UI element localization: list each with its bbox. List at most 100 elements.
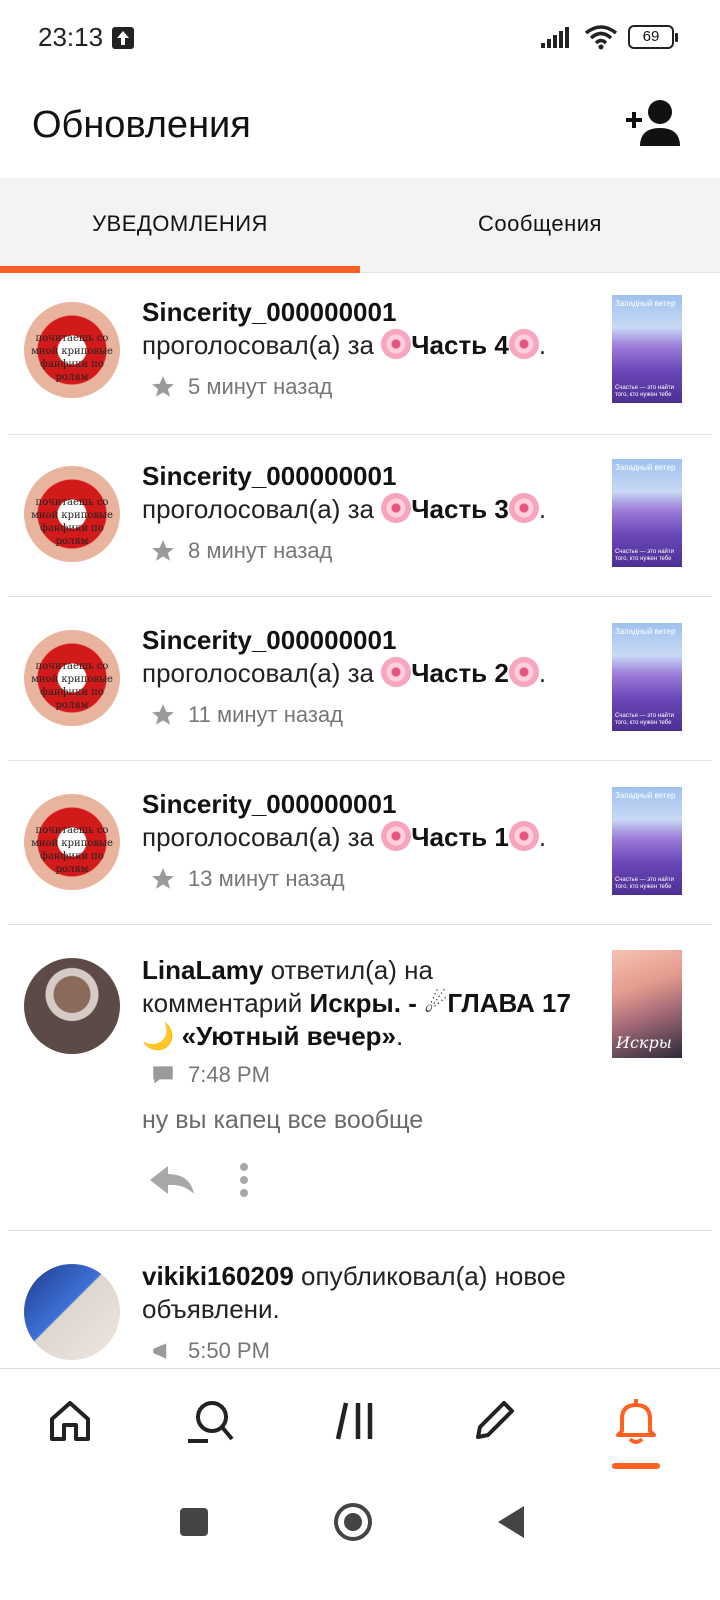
flower-icon bbox=[381, 657, 412, 687]
cover-title: Западный ветер bbox=[615, 791, 676, 800]
recent-apps-icon[interactable] bbox=[180, 1508, 208, 1536]
notification-item[interactable]: почитаешь со мной криповые фанфики по ро… bbox=[0, 438, 720, 600]
cover-title: Искры bbox=[616, 1033, 672, 1052]
story-cover[interactable]: Искры bbox=[612, 950, 682, 1058]
cover-subtitle: Счастье — это найти того, кто нужен тебе bbox=[615, 385, 674, 398]
active-nav-indicator bbox=[612, 1463, 660, 1469]
star-icon bbox=[152, 868, 174, 889]
active-tab-indicator bbox=[0, 266, 360, 273]
signal-icon bbox=[541, 27, 569, 48]
username[interactable]: Sincerity_000000001 bbox=[142, 461, 396, 491]
cover-title: Западный ветер bbox=[615, 463, 676, 472]
username[interactable]: LinaLamy bbox=[142, 955, 263, 985]
comment-icon bbox=[153, 1066, 173, 1084]
username[interactable]: vikiki160209 bbox=[142, 1261, 294, 1291]
avatar-caption: почитаешь со мной криповые фанфики по ро… bbox=[31, 497, 113, 547]
meta: 13 минут назад bbox=[150, 866, 345, 892]
tab-bar: УВЕДОМЛЕНИЯ Сообщения bbox=[0, 178, 720, 273]
chapter-name[interactable]: «Уютный вечер» bbox=[182, 1021, 396, 1051]
divider bbox=[8, 596, 712, 597]
notification-item[interactable]: почитаешь со мной криповые фанфики по ро… bbox=[0, 766, 720, 928]
cover-subtitle: Счастье — это найти того, кто нужен тебе bbox=[615, 713, 674, 726]
meta: 11 минут назад bbox=[150, 702, 343, 728]
divider bbox=[8, 760, 712, 761]
action-text: проголосовал(а) за bbox=[142, 822, 375, 852]
notification-item[interactable]: почитаешь со мной криповые фанфики по ро… bbox=[0, 274, 720, 436]
battery-indicator: 69 bbox=[628, 25, 678, 49]
cover-title: Западный ветер bbox=[615, 627, 676, 636]
notifications-feed[interactable]: почитаешь со мной криповые фанфики по ро… bbox=[0, 274, 720, 1396]
timestamp: 13 минут назад bbox=[188, 866, 345, 891]
story-cover[interactable]: Западный ветер Счастье — это найти того,… bbox=[612, 787, 682, 895]
home-icon[interactable] bbox=[46, 1397, 94, 1445]
cover-subtitle: Счастье — это найти того, кто нужен тебе bbox=[615, 877, 674, 890]
flower-icon bbox=[508, 821, 539, 851]
chapter-title[interactable]: ГЛАВА 17 bbox=[447, 988, 571, 1018]
tab-messages[interactable]: Сообщения bbox=[360, 178, 720, 273]
story-cover[interactable]: Западный ветер Счастье — это найти того,… bbox=[612, 295, 682, 403]
star-icon bbox=[152, 704, 174, 725]
back-icon[interactable] bbox=[498, 1506, 524, 1538]
more-options-icon[interactable] bbox=[236, 1162, 252, 1198]
comment-text: ну вы капец все вообще bbox=[142, 1106, 424, 1134]
timestamp: 7:48 PM bbox=[188, 1062, 270, 1087]
megaphone-icon bbox=[153, 1343, 167, 1359]
username[interactable]: Sincerity_000000001 bbox=[142, 789, 396, 819]
meta: 8 минут назад bbox=[150, 538, 332, 564]
timestamp: 8 минут назад bbox=[188, 538, 333, 563]
avatar[interactable]: почитаешь со мной криповые фанфики по ро… bbox=[24, 466, 120, 562]
cover-title: Западный ветер bbox=[615, 299, 676, 308]
moon-icon: 🌙 bbox=[142, 1021, 175, 1051]
home-button-icon[interactable] bbox=[334, 1503, 372, 1541]
username[interactable]: Sincerity_000000001 bbox=[142, 625, 396, 655]
wifi-icon bbox=[584, 25, 618, 50]
flower-icon bbox=[508, 329, 539, 359]
username[interactable]: Sincerity_000000001 bbox=[142, 297, 396, 327]
meta: 5 минут назад bbox=[150, 374, 332, 400]
reply-icon[interactable] bbox=[148, 1162, 196, 1198]
notification-item[interactable]: почитаешь со мной криповые фанфики по ро… bbox=[0, 602, 720, 764]
timestamp: 5 минут назад bbox=[188, 374, 333, 399]
notification-item[interactable]: LinaLamy ответил(а) на комментарий Искры… bbox=[0, 928, 720, 1232]
avatar[interactable]: почитаешь со мной криповые фанфики по ро… bbox=[24, 302, 120, 398]
star-icon bbox=[152, 376, 174, 397]
notification-text: LinaLamy ответил(а) на комментарий Искры… bbox=[142, 955, 571, 1051]
avatar-caption: почитаешь со мной криповые фанфики по ро… bbox=[31, 333, 113, 383]
story-cover[interactable]: Западный ветер Счастье — это найти того,… bbox=[612, 623, 682, 731]
avatar[interactable] bbox=[24, 958, 120, 1054]
meta: 5:50 PM bbox=[150, 1338, 270, 1364]
add-user-icon[interactable] bbox=[626, 98, 682, 148]
avatar[interactable]: почитаешь со мной криповые фанфики по ро… bbox=[24, 630, 120, 726]
part-title[interactable]: Часть 3 bbox=[411, 494, 509, 524]
library-icon[interactable] bbox=[330, 1397, 378, 1445]
page-title: Обновления bbox=[32, 104, 251, 146]
notifications-icon[interactable] bbox=[612, 1397, 660, 1445]
divider bbox=[8, 924, 712, 925]
part-title[interactable]: Часть 1 bbox=[411, 822, 509, 852]
flower-icon bbox=[381, 329, 412, 359]
star-icon bbox=[152, 540, 174, 561]
part-title[interactable]: Часть 4 bbox=[411, 330, 509, 360]
comet-icon: ☄ bbox=[424, 988, 448, 1018]
action-text: проголосовал(а) за bbox=[142, 330, 375, 360]
cover-subtitle: Счастье — это найти того, кто нужен тебе bbox=[615, 549, 674, 562]
action-text: проголосовал(а) за bbox=[142, 494, 375, 524]
action-text: проголосовал(а) за bbox=[142, 658, 375, 688]
avatar[interactable]: почитаешь со мной криповые фанфики по ро… bbox=[24, 794, 120, 890]
notification-text: Sincerity_000000001 проголосовал(а) за Ч… bbox=[142, 297, 547, 360]
flower-icon bbox=[381, 493, 412, 523]
story-cover[interactable]: Западный ветер Счастье — это найти того,… bbox=[612, 459, 682, 567]
search-icon[interactable] bbox=[186, 1397, 234, 1445]
part-title[interactable]: Часть 2 bbox=[411, 658, 509, 688]
status-time: 23:13 bbox=[38, 22, 104, 52]
write-icon[interactable] bbox=[470, 1397, 518, 1445]
avatar[interactable] bbox=[24, 1264, 120, 1360]
tab-notifications[interactable]: УВЕДОМЛЕНИЯ bbox=[0, 178, 360, 273]
flower-icon bbox=[381, 821, 412, 851]
avatar-caption: почитаешь со мной криповые фанфики по ро… bbox=[31, 825, 113, 875]
timestamp: 5:50 PM bbox=[188, 1338, 270, 1363]
story-title[interactable]: Искры. - bbox=[310, 988, 417, 1018]
bottom-navigation bbox=[0, 1368, 720, 1480]
notification-text: Sincerity_000000001 проголосовал(а) за Ч… bbox=[142, 789, 547, 852]
notification-text: Sincerity_000000001 проголосовал(а) за Ч… bbox=[142, 625, 547, 688]
